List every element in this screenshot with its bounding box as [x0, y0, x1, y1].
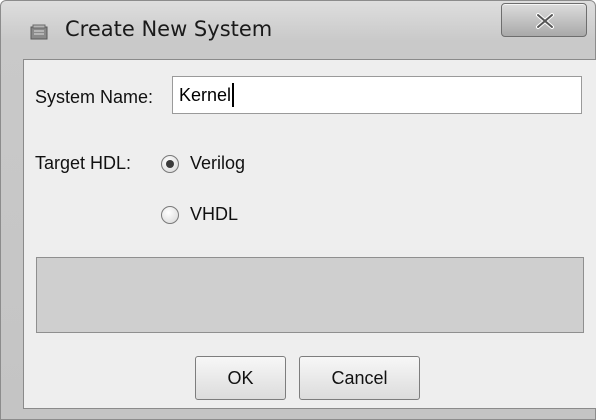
- verilog-radio-label[interactable]: Verilog: [190, 153, 245, 174]
- app-icon: [30, 24, 48, 40]
- vhdl-radio-label[interactable]: VHDL: [190, 204, 238, 225]
- title-bar[interactable]: Create New System: [1, 1, 595, 59]
- target-hdl-label: Target HDL:: [35, 153, 132, 173]
- verilog-radio[interactable]: [161, 155, 179, 173]
- system-name-value: Kernel: [179, 84, 232, 105]
- window-title: Create New System: [65, 17, 273, 41]
- system-name-label: System Name:: [35, 87, 154, 107]
- text-caret: [232, 83, 235, 107]
- message-area: [36, 257, 584, 333]
- close-icon: [536, 13, 554, 29]
- dialog-content: System Name: Kernel Target HDL: Verilog …: [23, 59, 596, 409]
- cancel-button[interactable]: Cancel: [299, 356, 420, 400]
- ok-button[interactable]: OK: [195, 356, 286, 400]
- create-new-system-dialog: Create New System System Name: Kernel Ta…: [0, 0, 596, 420]
- close-button[interactable]: [501, 3, 587, 37]
- vhdl-radio[interactable]: [161, 206, 179, 224]
- system-name-input[interactable]: Kernel: [172, 76, 582, 114]
